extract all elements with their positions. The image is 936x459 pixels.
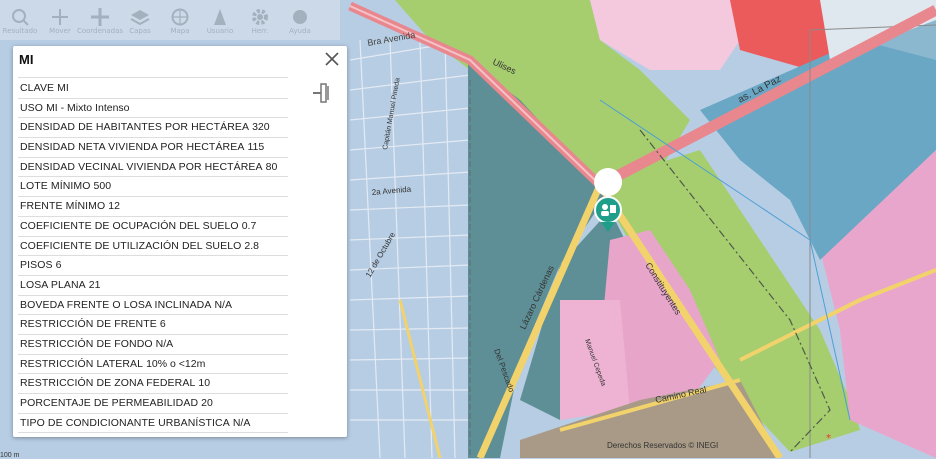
attribute-label: TIPO DE CONDICIONANTE URBANÍSTICA [20, 416, 230, 429]
popup-title: MI [19, 52, 34, 67]
attribute-label: PISOS [20, 259, 53, 272]
person-icon [214, 9, 226, 25]
toolbar-label: Ayuda [289, 27, 311, 35]
attribute-value: 10 [198, 377, 211, 390]
attribute-row: COEFICIENTE DE OCUPACIÓN DEL SUELO 0.7 [18, 217, 288, 237]
toolbar-mover-button[interactable]: Mover [40, 0, 80, 40]
toolbar-label: Resultado [2, 27, 38, 35]
toolbar-label: Herr. [251, 27, 269, 35]
attribute-row: CLAVE MI [18, 79, 288, 99]
attribute-row: USO MI - Mixto Intenso [18, 99, 288, 119]
attribute-row: TIPO DE CONDICIONANTE URBANÍSTICA N/A [18, 414, 288, 434]
search-icon [12, 9, 29, 26]
gear-icon [252, 9, 268, 25]
attribute-value: 115 [247, 141, 265, 154]
toolbar-mapa-button[interactable]: Mapa [160, 0, 200, 40]
toolbar-capas-button[interactable]: Capas [120, 0, 160, 40]
attribute-label: RESTRICCIÓN DE FRENTE [20, 318, 157, 331]
attribute-label: DENSIDAD DE HABITANTES POR HECTÁREA [20, 121, 250, 134]
map-toolbar: Resultado Mover Coordenadas Capas Mapa U… [0, 0, 340, 40]
crosshair-icon [91, 8, 109, 26]
help-icon [293, 10, 307, 24]
attribute-row: PORCENTAJE DE PERMEABILIDAD 20 [18, 394, 288, 414]
attribute-row: RESTRICCIÓN DE FRENTE 6 [18, 315, 288, 335]
attribute-row: COEFICIENTE DE UTILIZACIÓN DEL SUELO 2.8 [18, 237, 288, 257]
attribute-row: DENSIDAD VECINAL VIVIENDA POR HECTÁREA 80 [18, 158, 288, 178]
attribute-label: COEFICIENTE DE UTILIZACIÓN DEL SUELO [20, 239, 242, 252]
attribute-label: DENSIDAD NETA VIVIENDA POR HECTÁREA [20, 141, 245, 154]
attribute-value: MI - Mixto Intenso [46, 101, 130, 114]
attribute-label: PORCENTAJE DE PERMEABILIDAD [20, 397, 199, 409]
toolbar-resultado-button[interactable]: Resultado [0, 0, 40, 40]
toolbar-label: Mover [49, 27, 71, 35]
attribute-value: 500 [93, 180, 112, 193]
attribute-row: RESTRICCIÓN LATERAL 10% o <12m [18, 355, 288, 375]
attribute-value: 6 [55, 259, 62, 272]
toolbar-usuario-button[interactable]: Usuario [200, 0, 240, 40]
attribute-row: LOTE MÍNIMO 500 [18, 177, 288, 198]
layers-icon [130, 10, 150, 26]
attribute-label: DENSIDAD VECINAL VIVIENDA POR HECTÁREA [20, 160, 263, 173]
attribute-value: 20 [201, 397, 213, 409]
red-star-icon: * [826, 433, 831, 444]
attribute-label: RESTRICCIÓN DE FONDO [20, 337, 153, 350]
pan-icon [52, 9, 68, 25]
attribute-value: 320 [252, 121, 270, 134]
attribute-label: CLAVE [20, 82, 55, 94]
toolbar-label: Capas [129, 27, 151, 35]
toolbar-label: Usuario [206, 27, 234, 35]
globe-icon [171, 8, 189, 26]
attribute-row: BOVEDA FRENTE O LOSA INCLINADA N/A [18, 296, 288, 316]
attribute-value: 6 [159, 318, 166, 331]
attribute-label: LOSA PLANA [20, 278, 86, 291]
attribute-label: RESTRICCIÓN DE ZONA FEDERAL [20, 377, 196, 390]
attribute-label: USO [20, 101, 44, 114]
attribute-value: 21 [88, 278, 101, 291]
attribute-value: 0.7 [241, 219, 257, 232]
attribute-value: 80 [265, 160, 278, 173]
attribute-table: CLAVE MI USO MI - Mixto Intenso DENSIDAD DE … [18, 79, 288, 434]
attribute-value: N/A [155, 337, 174, 350]
toolbar-label: Coordenadas [76, 27, 124, 35]
close-icon[interactable] [323, 50, 341, 68]
zone-info-popup: MI CLAVE MI USO MI - Mixto Intenso DENSIDAD … [13, 46, 347, 437]
attribute-value: 12 [108, 200, 120, 213]
attribute-label: BOVEDA FRENTE O LOSA INCLINADA [20, 298, 212, 311]
attribute-row: RESTRICCIÓN DE FONDO N/A [18, 335, 288, 355]
title-divider [18, 77, 288, 78]
attribute-value: N/A [232, 416, 251, 429]
attribute-value: MI [57, 82, 69, 94]
attribute-label: RESTRICCIÓN LATERAL [20, 357, 144, 370]
toolbar-ayuda-button[interactable]: Ayuda [280, 0, 320, 40]
attribute-value: 10% o <12m [146, 357, 206, 370]
attribute-row: DENSIDAD NETA VIVIENDA POR HECTÁREA 115 [18, 138, 288, 158]
toolbar-coordenadas-button[interactable]: Coordenadas [76, 0, 124, 40]
toolbar-label: Mapa [170, 27, 190, 35]
map-credit: Derechos Reservados © INEGI [607, 441, 719, 450]
attribute-value: 2.8 [244, 239, 260, 252]
attribute-row: PISOS 6 [18, 256, 288, 276]
attribute-row: DENSIDAD DE HABITANTES POR HECTÁREA 320 [18, 118, 288, 139]
attribute-row: FRENTE MÍNIMO 12 [18, 197, 288, 217]
attribute-label: COEFICIENTE DE OCUPACIÓN DEL SUELO [20, 219, 239, 232]
toolbar-herr-button[interactable]: Herr. [240, 0, 280, 40]
attribute-row: LOSA PLANA 21 [18, 276, 288, 296]
pin-icon[interactable] [311, 82, 333, 104]
attribute-value: N/A [214, 298, 232, 311]
attribute-row: RESTRICCIÓN DE ZONA FEDERAL 10 [18, 374, 288, 394]
attribute-label: LOTE MÍNIMO [20, 180, 91, 193]
attribute-label: FRENTE MÍNIMO [20, 200, 106, 213]
